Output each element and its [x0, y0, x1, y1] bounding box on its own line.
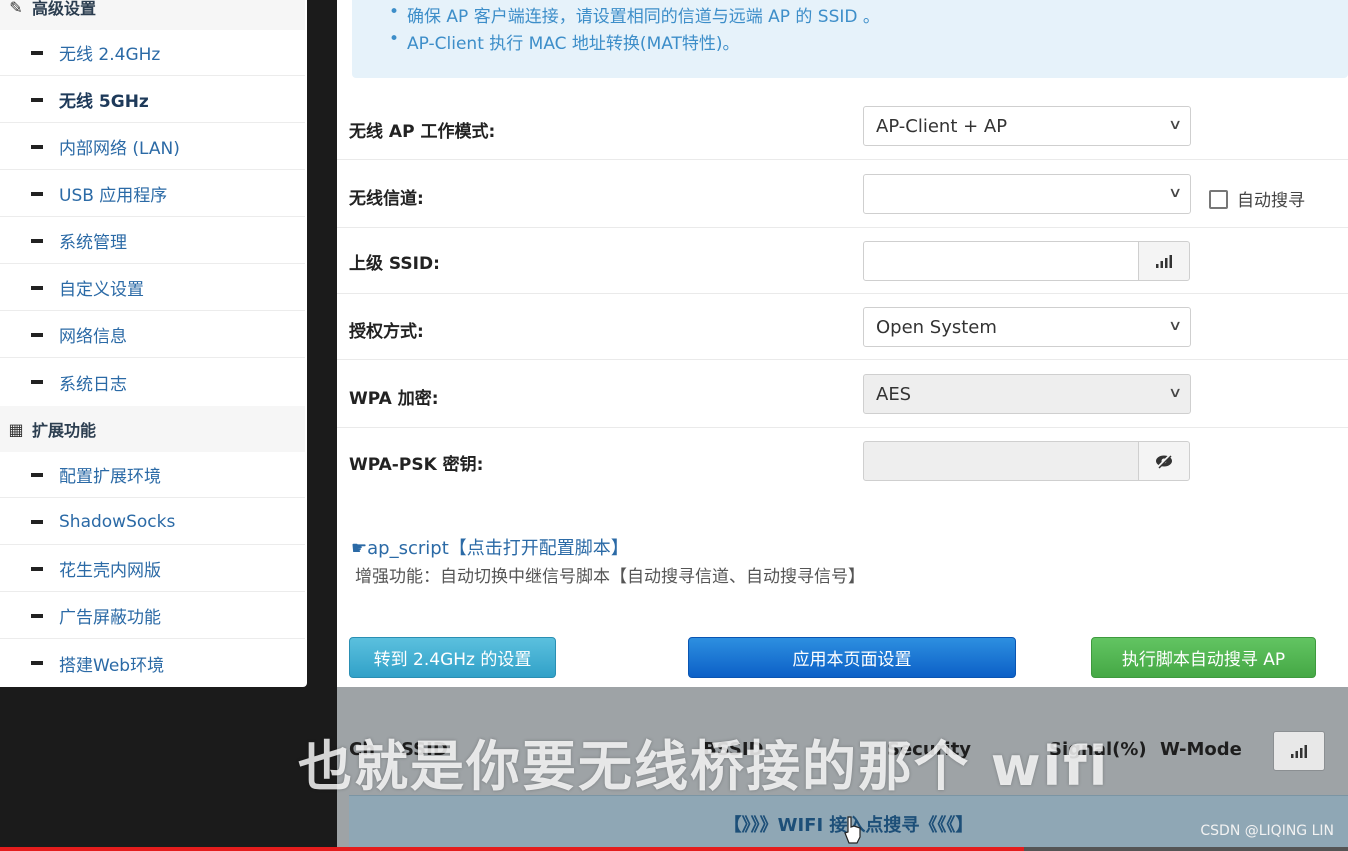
psk-toggle-button[interactable] — [1138, 441, 1190, 481]
video-subtitle: 也就是你要无线桥接的那个 wifi — [298, 735, 1110, 798]
header-wmode: W-Mode — [1160, 739, 1242, 760]
row-auth: 授权方式: Open System ∨ — [337, 294, 1348, 360]
sidebar-section-label: 高级设置 — [32, 0, 97, 18]
run-script-button[interactable]: 执行脚本自动搜寻 AP — [1091, 637, 1316, 678]
sidebar: ✎ 高级设置 无线 2.4GHz 无线 5GHz 内部网络 (LAN) USB … — [0, 0, 307, 687]
dash-icon — [31, 661, 43, 665]
sidebar-item-label: 自定义设置 — [59, 280, 144, 300]
row-psk: WPA-PSK 密钥: — [337, 428, 1348, 496]
row-ap-mode: 无线 AP 工作模式: AP-Client + AP ∨ — [337, 92, 1348, 160]
watermark: CSDN @LIQING LIN — [1200, 823, 1334, 839]
auth-value: Open System — [876, 316, 997, 338]
sidebar-item-web-env[interactable]: 搭建Web环境 — [0, 640, 305, 686]
ssid-input[interactable] — [863, 241, 1139, 281]
sidebar-section-label: 扩展功能 — [32, 421, 97, 440]
ap-script-desc: 增强功能：自动切换中继信号脚本【自动搜寻信道、自动搜寻信号】 — [355, 567, 865, 587]
sidebar-item-adblock[interactable]: 广告屏蔽功能 — [0, 593, 305, 639]
sidebar-item-oray[interactable]: 花生壳内网版 — [0, 546, 305, 592]
eye-slash-icon — [1156, 454, 1172, 469]
dash-icon — [31, 332, 43, 337]
sidebar-item-label: USB 应用程序 — [59, 186, 168, 206]
row-wpa: WPA 加密: AES ∨ — [337, 360, 1348, 428]
wpa-select[interactable]: AES ∨ — [863, 374, 1191, 414]
dash-icon — [31, 519, 43, 524]
hand-pointer-icon: ☛ — [351, 538, 368, 559]
ap-mode-value: AP-Client + AP — [876, 115, 1008, 137]
chevron-down-icon: ∨ — [1167, 318, 1183, 334]
sidebar-item-usb[interactable]: USB 应用程序 — [0, 171, 305, 217]
ssid-label: 上级 SSID: — [349, 254, 440, 274]
chevron-down-icon: ∨ — [1167, 117, 1183, 133]
chevron-down-icon: ∨ — [1167, 385, 1183, 401]
signal-bars-icon — [1156, 255, 1172, 268]
row-channel: 无线信道: ∨ — [337, 160, 1348, 228]
ap-mode-select[interactable]: AP-Client + AP ∨ — [863, 106, 1191, 146]
psk-input[interactable] — [863, 441, 1139, 481]
sidebar-item-label: 系统日志 — [59, 374, 127, 395]
dash-icon — [31, 380, 43, 384]
psk-label: WPA-PSK 密钥: — [349, 455, 484, 475]
info-box: 确保 AP 客户端连接，请设置相同的信道与远端 AP 的 SSID 。 AP-C… — [352, 0, 1348, 78]
dash-icon — [31, 566, 43, 571]
sidebar-item-label: 花生壳内网版 — [59, 561, 161, 581]
dash-icon — [31, 191, 43, 196]
sidebar-item-system-admin[interactable]: 系统管理 — [0, 218, 305, 264]
goto-24ghz-button[interactable]: 转到 2.4GHz 的设置 — [349, 637, 556, 678]
hand-cursor-icon — [844, 816, 861, 844]
sidebar-section-extensions[interactable]: ▦ 扩展功能 — [0, 406, 305, 452]
apply-button[interactable]: 应用本页面设置 — [688, 637, 1016, 678]
auth-select[interactable]: Open System ∨ — [863, 307, 1191, 347]
dash-icon — [31, 144, 43, 149]
sidebar-item-label: 网络信息 — [59, 327, 127, 347]
sidebar-item-label: 无线 5GHz — [59, 92, 149, 112]
sidebar-item-label: 搭建Web环境 — [59, 655, 165, 676]
sidebar-item-shadowsocks[interactable]: ShadowSocks — [0, 499, 305, 545]
sidebar-item-syslog[interactable]: 系统日志 — [0, 359, 305, 405]
wrench-icon: ✎ — [9, 0, 23, 17]
sidebar-item-wireless-24[interactable]: 无线 2.4GHz — [0, 30, 305, 76]
auth-label: 授权方式: — [349, 322, 424, 342]
info-line: 确保 AP 客户端连接，请设置相同的信道与远端 AP 的 SSID 。 — [389, 2, 880, 27]
sidebar-item-label: 内部网络 (LAN) — [59, 139, 180, 159]
dash-icon — [31, 472, 43, 477]
sidebar-item-network-info[interactable]: 网络信息 — [0, 312, 305, 358]
channel-select[interactable]: ∨ — [863, 174, 1191, 214]
sidebar-item-label: 广告屏蔽功能 — [59, 608, 161, 628]
auto-search-label: 自动搜寻 — [1237, 191, 1305, 211]
sidebar-item-label: ShadowSocks — [59, 511, 176, 532]
auto-search-checkbox[interactable] — [1209, 190, 1228, 209]
chevron-down-icon: ∨ — [1167, 185, 1183, 201]
sidebar-item-ext-env[interactable]: 配置扩展环境 — [0, 452, 305, 498]
wpa-value: AES — [876, 383, 912, 405]
grid-icon: ▦ — [8, 419, 24, 439]
ap-script-link-text: ap_script【点击打开配置脚本】 — [367, 538, 629, 559]
ap-script-link[interactable]: ☛ap_script【点击打开配置脚本】 — [351, 534, 629, 560]
dash-icon — [31, 285, 43, 290]
sidebar-item-label: 无线 2.4GHz — [59, 45, 161, 65]
dash-icon — [31, 238, 43, 243]
ap-mode-label: 无线 AP 工作模式: — [349, 122, 496, 142]
video-progress-bar[interactable] — [0, 847, 1348, 851]
sidebar-item-label: 配置扩展环境 — [59, 467, 161, 487]
settings-panel: 确保 AP 客户端连接，请设置相同的信道与远端 AP 的 SSID 。 AP-C… — [337, 0, 1348, 687]
refresh-scan-button[interactable] — [1273, 731, 1325, 771]
info-line: AP-Client 执行 MAC 地址转换(MAT特性)。 — [389, 29, 740, 54]
dash-icon — [31, 613, 43, 618]
sidebar-section-advanced[interactable]: ✎ 高级设置 — [0, 0, 305, 30]
dash-icon — [31, 50, 43, 55]
wpa-label: WPA 加密: — [349, 389, 439, 409]
sidebar-item-custom[interactable]: 自定义设置 — [0, 265, 305, 311]
video-progress-fill — [0, 847, 1025, 851]
sidebar-item-wireless-5[interactable]: 无线 5GHz — [0, 77, 305, 123]
ssid-scan-button[interactable] — [1138, 241, 1190, 281]
signal-bars-icon — [1291, 745, 1307, 758]
channel-label: 无线信道: — [349, 189, 424, 209]
sidebar-item-label: 系统管理 — [59, 233, 127, 253]
sidebar-item-lan[interactable]: 内部网络 (LAN) — [0, 124, 305, 170]
row-ssid: 上级 SSID: — [337, 228, 1348, 294]
dash-icon — [31, 97, 43, 102]
